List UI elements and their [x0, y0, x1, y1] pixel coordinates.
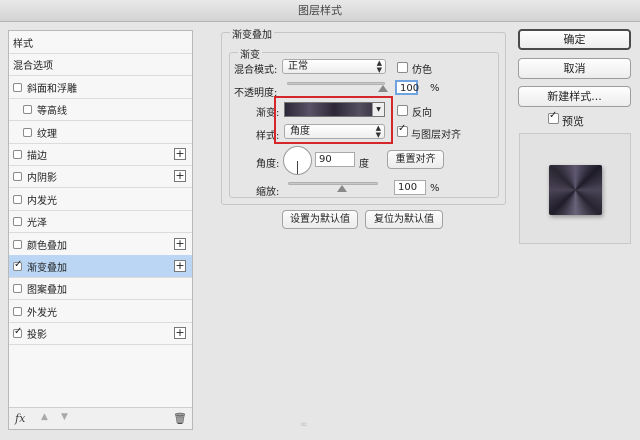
- blend-mode-select[interactable]: 正常 ▲ ▼: [282, 59, 386, 74]
- sidebar-item[interactable]: 外发光: [9, 300, 192, 323]
- scale-label: 缩放:: [256, 187, 280, 198]
- angle-input[interactable]: 90: [315, 152, 355, 167]
- add-effect-icon[interactable]: +: [174, 238, 186, 250]
- sidebar-item[interactable]: 纹理: [9, 121, 192, 144]
- sidebar-item-label: 混合选项: [13, 60, 53, 72]
- sidebar-item-checkbox[interactable]: [13, 82, 22, 92]
- sidebar-item[interactable]: 投影 +: [9, 322, 192, 345]
- sidebar-item-checkbox[interactable]: [13, 283, 22, 293]
- sidebar-item-label: 光泽: [27, 217, 47, 229]
- angle-unit: 度: [359, 159, 369, 170]
- reset-to-default-button[interactable]: 复位为默认值: [365, 210, 443, 229]
- sidebar-item-label: 斜面和浮雕: [27, 83, 77, 95]
- sidebar-item-label: 内发光: [27, 195, 57, 207]
- preview-checkbox[interactable]: [548, 110, 559, 124]
- reverse-label: 反向: [412, 108, 432, 119]
- move-down-icon[interactable]: ▼: [61, 412, 68, 422]
- sidebar-item-label: 纹理: [37, 128, 57, 140]
- trash-icon[interactable]: 🗑: [173, 412, 187, 425]
- preview-pane: [519, 133, 631, 244]
- highlight-box: [274, 96, 393, 144]
- new-style-button[interactable]: 新建样式...: [518, 86, 631, 107]
- style-list: 样式混合选项斜面和浮雕等高线纹理描边 + 内阴影 + 内发光光泽颜色叠加 + 渐变叠加 + 图案…: [8, 30, 193, 430]
- sidebar-item[interactable]: 等高线: [9, 98, 192, 121]
- sidebar-item-checkbox[interactable]: [13, 149, 22, 159]
- add-effect-icon[interactable]: +: [174, 260, 186, 272]
- sidebar-item-checkbox[interactable]: [13, 306, 22, 316]
- style-list-footer: fx ▲ ▼ 🗑: [9, 407, 192, 429]
- add-effect-icon[interactable]: +: [174, 327, 186, 339]
- dither-checkbox[interactable]: [397, 62, 408, 73]
- sidebar-item-label: 颜色叠加: [27, 240, 67, 252]
- sidebar-item-label: 内阴影: [27, 172, 57, 184]
- window-title: 图层样式: [0, 0, 640, 22]
- align-with-layer-checkbox[interactable]: [397, 123, 408, 137]
- opacity-label: 不透明度:: [234, 88, 278, 99]
- scale-percent: %: [430, 183, 440, 194]
- align-with-layer-label: 与图层对齐: [411, 130, 461, 141]
- opacity-input[interactable]: 100: [395, 80, 419, 95]
- sidebar-item-label: 投影: [27, 329, 47, 341]
- move-up-icon[interactable]: ▲: [41, 412, 48, 422]
- sidebar-item-label: 描边: [27, 150, 47, 162]
- opacity-slider[interactable]: [287, 82, 385, 85]
- stepper-arrows-icon: ▲ ▼: [376, 59, 382, 74]
- sidebar-item[interactable]: 颜色叠加 +: [9, 233, 192, 256]
- reset-alignment-button[interactable]: 重置对齐: [387, 150, 444, 169]
- sidebar-item[interactable]: 描边 +: [9, 143, 192, 166]
- set-as-default-button[interactable]: 设置为默认值: [282, 210, 358, 229]
- sidebar-item[interactable]: 内发光: [9, 188, 192, 211]
- ok-button[interactable]: 确定: [518, 29, 631, 50]
- sidebar-item[interactable]: 光泽: [9, 210, 192, 233]
- dither-label: 仿色: [412, 65, 432, 76]
- add-effect-icon[interactable]: +: [174, 170, 186, 182]
- sidebar-item-checkbox[interactable]: [13, 259, 22, 271]
- reverse-checkbox[interactable]: [397, 105, 408, 116]
- sidebar-item-checkbox[interactable]: [13, 216, 22, 226]
- opacity-percent: %: [430, 83, 440, 94]
- sidebar-item-checkbox[interactable]: [13, 194, 22, 204]
- cancel-button[interactable]: 取消: [518, 58, 631, 79]
- sidebar-item[interactable]: 斜面和浮雕: [9, 76, 192, 99]
- sidebar-item-checkbox[interactable]: [13, 171, 22, 181]
- sidebar-item-checkbox[interactable]: [13, 239, 22, 249]
- preview-label: 预览: [562, 115, 584, 128]
- subgroup-title: 渐变: [238, 46, 262, 61]
- add-effect-icon[interactable]: +: [174, 148, 186, 160]
- preview-swatch: [549, 165, 602, 215]
- sidebar-item-checkbox[interactable]: [23, 104, 32, 114]
- sidebar-item[interactable]: 图案叠加: [9, 277, 192, 300]
- blend-mode-value: 正常: [288, 61, 308, 72]
- watermark: ∞: [300, 420, 308, 430]
- scale-slider-thumb[interactable]: [337, 185, 347, 192]
- angle-label: 角度:: [256, 159, 280, 170]
- angle-dial[interactable]: [283, 146, 312, 175]
- scale-input[interactable]: 100: [394, 180, 426, 195]
- sidebar-item-checkbox[interactable]: [13, 326, 22, 338]
- sidebar-item-label: 等高线: [37, 105, 67, 117]
- scale-slider[interactable]: [288, 182, 378, 185]
- sidebar-item[interactable]: 样式: [9, 31, 192, 54]
- sidebar-item-label: 样式: [13, 38, 33, 50]
- opacity-slider-thumb[interactable]: [378, 85, 388, 92]
- fx-icon[interactable]: fx: [15, 412, 25, 425]
- sidebar-item[interactable]: 内阴影 +: [9, 165, 192, 188]
- sidebar-item-label: 外发光: [27, 307, 57, 319]
- sidebar-item[interactable]: 混合选项: [9, 53, 192, 76]
- sidebar-item-checkbox[interactable]: [23, 127, 32, 137]
- blend-mode-label: 混合模式:: [234, 65, 278, 76]
- sidebar-item-label: 渐变叠加: [27, 262, 67, 274]
- group-title: 渐变叠加: [230, 26, 274, 41]
- sidebar-item[interactable]: 渐变叠加 +: [9, 255, 192, 278]
- sidebar-item-label: 图案叠加: [27, 284, 67, 296]
